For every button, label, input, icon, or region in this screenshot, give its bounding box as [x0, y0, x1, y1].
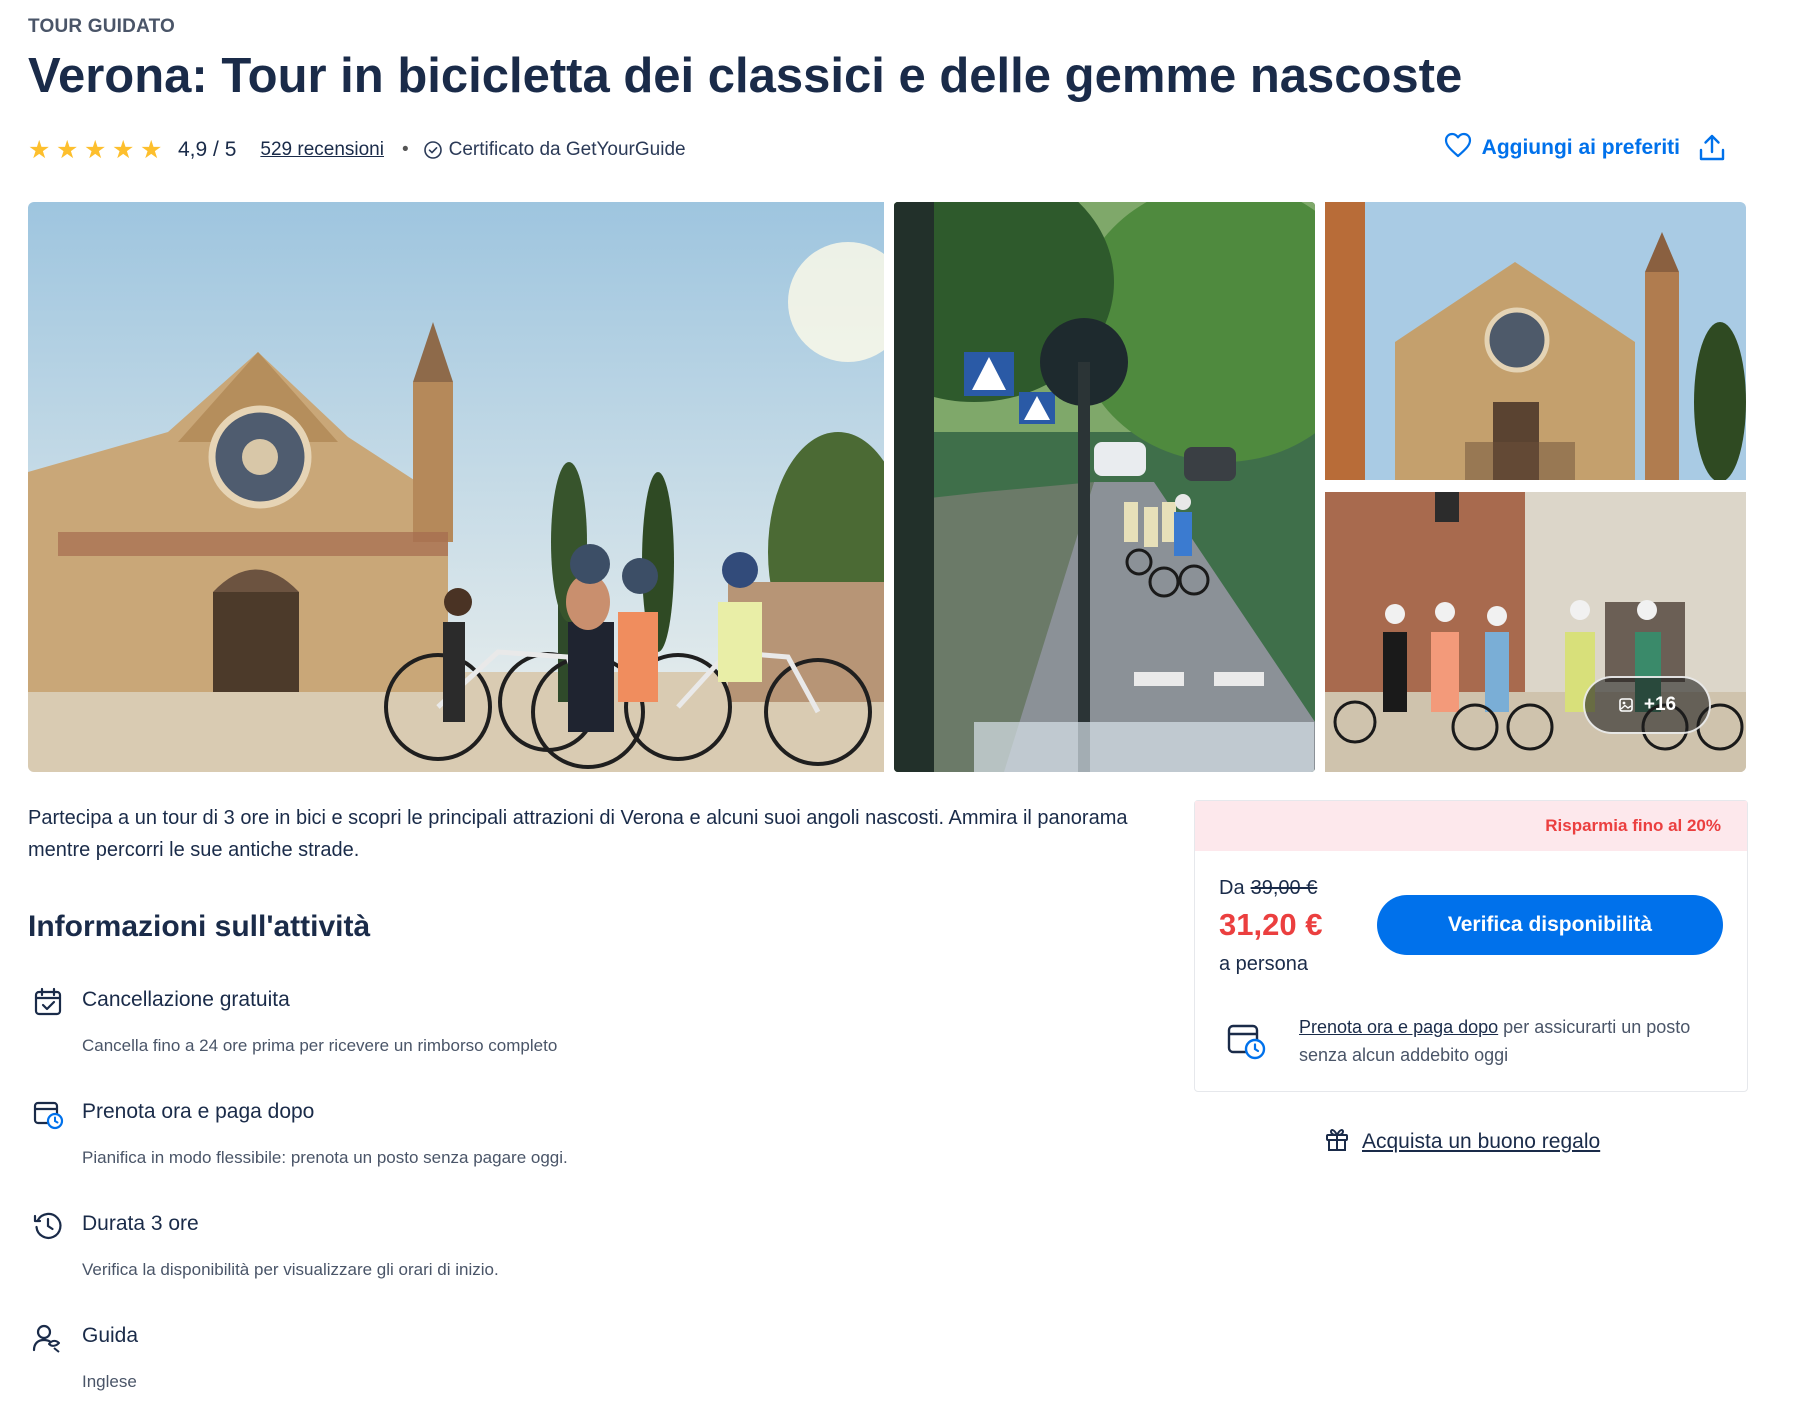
star-icon: ★ — [112, 136, 135, 164]
certified-check-icon — [423, 140, 443, 160]
basilica-facade-photo — [1325, 202, 1746, 480]
star-icon: ★ — [140, 136, 163, 164]
info-title: Prenota ora e paga dopo — [82, 1100, 315, 1123]
wishlist-label: Aggiungi ai preferiti — [1481, 136, 1680, 159]
info-list: Cancellazione gratuita Cancella fino a 2… — [28, 986, 928, 1420]
check-availability-button[interactable]: Verifica disponibilità — [1377, 895, 1723, 955]
promo-banner: Risparmia fino al 20% — [1195, 801, 1747, 851]
separator-dot: • — [401, 139, 409, 160]
info-item-guide: Guida Inglese — [28, 1322, 928, 1420]
discounted-price: 31,20 € — [1219, 907, 1323, 942]
gallery-photo-group[interactable]: +16 — [1325, 492, 1746, 772]
cyclists-road-photo — [894, 202, 1315, 772]
share-button[interactable] — [1696, 132, 1728, 164]
basilica-cyclists-photo — [28, 202, 884, 772]
info-subtitle: Pianifica in modo flessibile: prenota un… — [82, 1148, 568, 1167]
photo-gallery: +16 — [28, 202, 1748, 772]
from-label: Da — [1219, 877, 1245, 899]
rating-score: 4,9 / 5 — [178, 138, 237, 161]
activity-page: TOUR GUIDATO Verona: Tour in bicicletta … — [28, 0, 1748, 1420]
info-title: Durata 3 ore — [82, 1212, 199, 1235]
more-photos-count: +16 — [1643, 694, 1677, 715]
heart-icon — [1444, 132, 1472, 164]
wishlist-button[interactable]: Aggiungi ai preferiti — [1444, 132, 1680, 164]
star-rating: ★ ★ ★ ★ ★ — [28, 136, 164, 164]
calendar-clock-icon — [32, 1098, 64, 1130]
per-person-label: a persona — [1219, 953, 1308, 975]
gift-label: Acquista un buono regalo — [1362, 1130, 1601, 1153]
activity-category: TOUR GUIDATO — [28, 16, 176, 37]
reviews-link[interactable]: 529 recensioni — [260, 139, 384, 161]
activity-description: Partecipa a un tour di 3 ore in bici e s… — [28, 807, 1128, 861]
clock-icon — [32, 1210, 64, 1242]
star-icon: ★ — [28, 136, 51, 164]
gift-icon — [1324, 1126, 1350, 1158]
info-item-reserve-now: Prenota ora e paga dopo Pianifica in mod… — [28, 1098, 928, 1210]
image-icon — [1618, 697, 1634, 713]
certified-label: Certificato da GetYourGuide — [448, 139, 686, 160]
booking-card: Risparmia fino al 20% Da 39,00 € 31,20 € … — [1194, 800, 1748, 1092]
calendar-clock-icon — [1225, 1019, 1267, 1061]
info-item-cancellation: Cancellazione gratuita Cancella fino a 2… — [28, 986, 928, 1098]
calendar-check-icon — [32, 986, 64, 1018]
info-heading: Informazioni sull'attività — [28, 910, 371, 943]
share-icon — [1696, 134, 1728, 168]
gallery-photo-basilica[interactable] — [1325, 202, 1746, 480]
info-subtitle: Inglese — [82, 1372, 137, 1391]
more-photos-button[interactable]: +16 — [1583, 676, 1711, 734]
reserve-now-pay-later-link[interactable]: Prenota ora e paga dopo — [1299, 1017, 1498, 1037]
original-price: 39,00 € — [1250, 877, 1318, 899]
price-from-row: Da 39,00 € — [1219, 877, 1317, 900]
gallery-photo-main[interactable] — [28, 202, 884, 772]
info-title: Guida — [82, 1324, 139, 1347]
gallery-photo-road[interactable] — [894, 202, 1315, 772]
info-subtitle: Cancella fino a 24 ore prima per ricever… — [82, 1036, 558, 1055]
star-icon: ★ — [84, 136, 107, 164]
star-icon: ★ — [56, 136, 79, 164]
reserve-now-pay-later-text: Prenota ora e paga dopo per assicurarti … — [1299, 1013, 1719, 1069]
rating-row: ★ ★ ★ ★ ★ 4,9 / 5 529 recensioni • Certi… — [28, 134, 686, 166]
info-title: Cancellazione gratuita — [82, 988, 290, 1011]
page-title: Verona: Tour in bicicletta dei classici … — [28, 49, 1463, 103]
info-subtitle: Verifica la disponibilità per visualizza… — [82, 1260, 499, 1279]
gift-card-link[interactable]: Acquista un buono regalo — [1324, 1126, 1600, 1158]
guide-icon — [32, 1322, 64, 1354]
info-item-duration: Durata 3 ore Verifica la disponibilità p… — [28, 1210, 928, 1322]
